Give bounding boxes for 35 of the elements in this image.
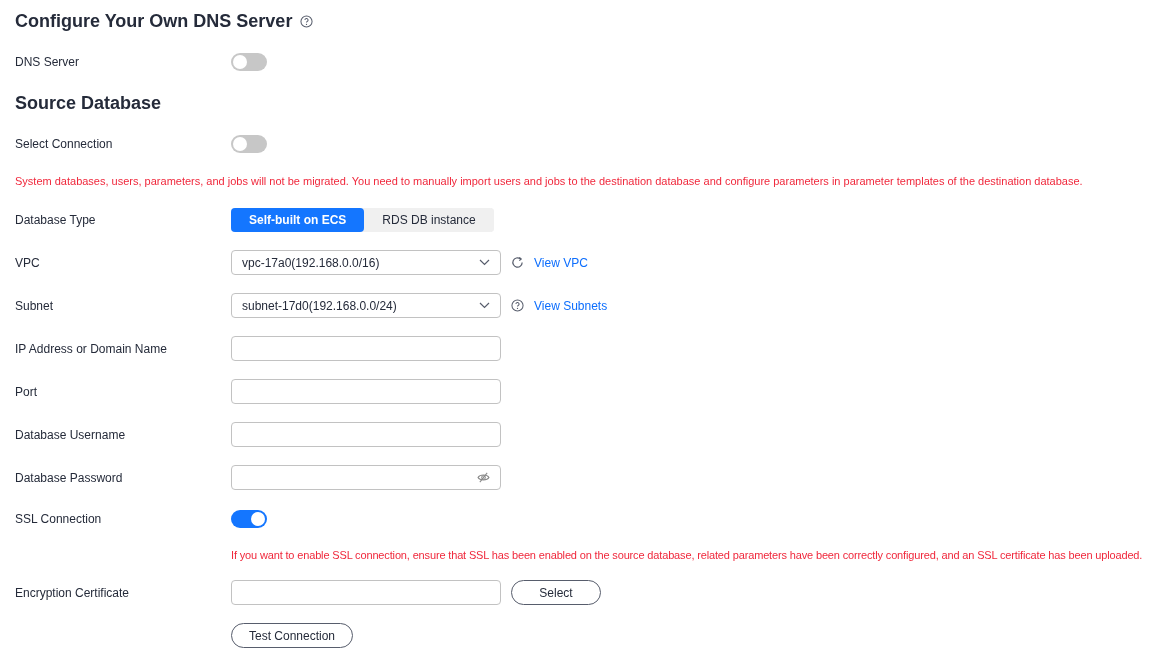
ssl-warning: If you want to enable SSL connection, ensure that SSL has been enabled on the source database, related parameters have been correctly configured, and an SSL certificate has been uploaded. <box>231 549 1143 561</box>
field-label: Subnet <box>15 298 54 313</box>
field-label: Select Connection <box>15 137 113 151</box>
link[interactable]: View VPC <box>534 255 588 270</box>
toggle-switch[interactable] <box>231 510 267 528</box>
section-title: Source Database <box>15 92 162 114</box>
field-label: Encryption Certificate <box>15 585 130 600</box>
field-label: Database Username <box>15 427 126 442</box>
segment-option[interactable]: Self-built on ECS <box>231 207 365 232</box>
chevron-down-icon <box>479 259 490 266</box>
dropdown-select[interactable]: vpc-17a0(192.168.0.0/16) <box>231 250 501 275</box>
input-field[interactable] <box>231 379 501 404</box>
password-field[interactable] <box>231 465 501 490</box>
field-label: Port <box>15 384 37 399</box>
migration-warning: System databases, users, parameters, and jobs will not be migrated. You need to manually import users and jobs to the destination database and configure parameters in parameter templates of the destination database. <box>15 175 1083 187</box>
input-field[interactable] <box>231 580 501 605</box>
link[interactable]: View Subnets <box>534 298 608 313</box>
toggle-switch[interactable] <box>231 53 267 71</box>
refresh-icon[interactable] <box>511 256 524 269</box>
select-button[interactable]: Select <box>511 580 601 605</box>
eye-slash-icon[interactable] <box>477 472 490 483</box>
toggle-switch[interactable] <box>231 135 267 153</box>
chevron-down-icon <box>479 302 490 309</box>
field-label: VPC <box>15 255 40 270</box>
test-connection-button[interactable]: Test Connection <box>231 623 353 648</box>
help-icon <box>511 299 524 312</box>
field-label: IP Address or Domain Name <box>15 341 167 356</box>
field-label: Database Password <box>15 470 123 485</box>
dropdown-select[interactable]: subnet-17d0(192.168.0.0/24) <box>231 293 501 318</box>
field-label: Database Type <box>15 212 96 227</box>
field-label: SSL Connection <box>15 512 102 526</box>
input-field[interactable] <box>231 422 501 447</box>
section-title: Configure Your Own DNS Server <box>15 10 293 32</box>
field-label: DNS Server <box>15 55 79 69</box>
input-field[interactable] <box>231 336 501 361</box>
